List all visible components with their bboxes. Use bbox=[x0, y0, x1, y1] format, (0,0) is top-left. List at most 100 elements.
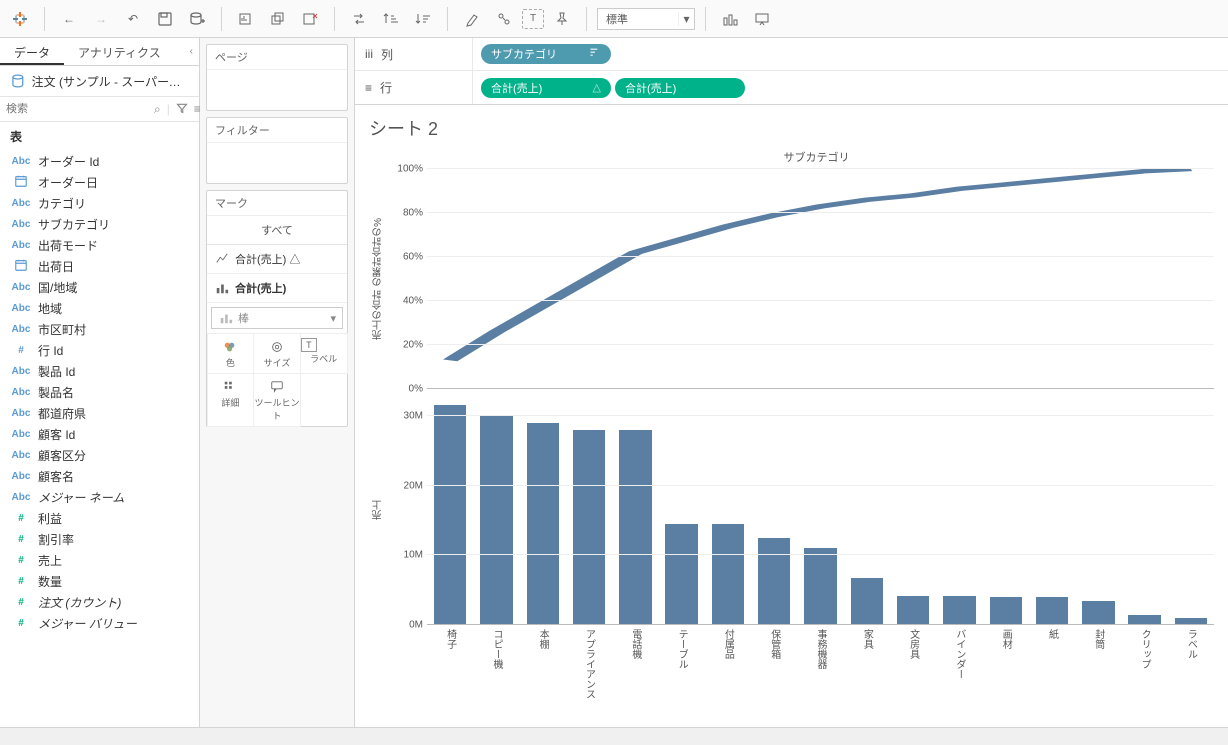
field-item[interactable]: Abc出荷モード bbox=[0, 235, 199, 256]
field-item[interactable]: Abc地域 bbox=[0, 298, 199, 319]
pages-card: ページ bbox=[206, 44, 348, 111]
marks-tooltip-button[interactable]: ツールヒント bbox=[253, 373, 301, 427]
marks-size-button[interactable]: サイズ bbox=[253, 333, 301, 374]
duplicate-icon[interactable] bbox=[264, 5, 292, 33]
field-item[interactable]: #利益 bbox=[0, 508, 199, 529]
field-type-icon: Abc bbox=[10, 471, 32, 482]
marks-tab-bar[interactable]: 合計(売上) bbox=[207, 274, 347, 303]
search-icon[interactable]: ⌕ bbox=[154, 102, 161, 117]
show-me-icon[interactable] bbox=[716, 5, 744, 33]
clear-sheet-icon[interactable] bbox=[296, 5, 324, 33]
field-item[interactable]: Abc国/地域 bbox=[0, 277, 199, 298]
field-type-icon: Abc bbox=[10, 387, 32, 398]
field-item[interactable]: Abcメジャー ネーム bbox=[0, 487, 199, 508]
field-item[interactable]: #注文 (カウント) bbox=[0, 592, 199, 613]
bar[interactable] bbox=[851, 578, 883, 625]
field-item[interactable]: #割引率 bbox=[0, 529, 199, 550]
text-icon[interactable]: T bbox=[522, 9, 544, 29]
sort-asc-icon[interactable] bbox=[377, 5, 405, 33]
swap-icon[interactable] bbox=[345, 5, 373, 33]
bar[interactable] bbox=[943, 596, 975, 625]
marks-detail-button[interactable]: 詳細 bbox=[207, 373, 255, 427]
bar[interactable] bbox=[804, 548, 836, 625]
logo-icon[interactable] bbox=[6, 5, 34, 33]
bar[interactable] bbox=[619, 430, 651, 625]
undo-redo-icon[interactable]: ↶ bbox=[119, 5, 147, 33]
data-pane: データ アナリティクス ‹ 注文 (サンプル - スーパース… ⌕ | ≡▾ 表… bbox=[0, 38, 200, 727]
datasource-row[interactable]: 注文 (サンプル - スーパース… bbox=[0, 66, 199, 96]
filter-fields-icon[interactable] bbox=[176, 102, 188, 117]
field-item[interactable]: Abc顧客 Id bbox=[0, 424, 199, 445]
field-type-icon: # bbox=[10, 555, 32, 566]
marks-tab-all[interactable]: すべて bbox=[207, 216, 347, 244]
new-worksheet-icon[interactable] bbox=[232, 5, 260, 33]
columns-shelf[interactable]: iii列 サブカテゴリ bbox=[355, 38, 1228, 71]
field-name: 割引率 bbox=[38, 531, 74, 548]
collapse-pane-icon[interactable]: ‹ bbox=[190, 46, 193, 57]
field-item[interactable]: オーダー日 bbox=[0, 172, 199, 193]
bar[interactable] bbox=[665, 524, 697, 625]
field-item[interactable]: Abc顧客区分 bbox=[0, 445, 199, 466]
field-item[interactable]: #行 Id bbox=[0, 340, 199, 361]
bar-chart[interactable] bbox=[427, 395, 1214, 625]
bar[interactable] bbox=[712, 524, 744, 625]
fit-dropdown-value: 標準 bbox=[598, 11, 678, 27]
field-item[interactable]: 出荷日 bbox=[0, 256, 199, 277]
pin-icon[interactable] bbox=[548, 5, 576, 33]
pill-sum-sales-2[interactable]: 合計(売上) bbox=[615, 78, 745, 98]
pill-sum-sales-1[interactable]: 合計(売上) △ bbox=[481, 78, 611, 98]
bar[interactable] bbox=[990, 597, 1022, 625]
main-toolbar: ← → ↶ T 標準 ▾ bbox=[0, 0, 1228, 38]
field-item[interactable]: Abc都道府県 bbox=[0, 403, 199, 424]
field-item[interactable]: Abc製品 Id bbox=[0, 361, 199, 382]
bar[interactable] bbox=[434, 405, 466, 625]
tab-analytics[interactable]: アナリティクス bbox=[64, 38, 175, 65]
bar[interactable] bbox=[1036, 597, 1068, 625]
sort-desc-icon[interactable] bbox=[409, 5, 437, 33]
field-type-icon: Abc bbox=[10, 303, 32, 314]
presentation-icon[interactable] bbox=[748, 5, 776, 33]
tab-data[interactable]: データ bbox=[0, 38, 64, 65]
field-item[interactable]: Abcカテゴリ bbox=[0, 193, 199, 214]
field-item[interactable]: Abcサブカテゴリ bbox=[0, 214, 199, 235]
y-tick: 20% bbox=[403, 340, 423, 351]
field-item[interactable]: Abc製品名 bbox=[0, 382, 199, 403]
new-datasource-icon[interactable] bbox=[183, 5, 211, 33]
bar[interactable] bbox=[527, 423, 559, 625]
field-item[interactable]: Abc市区町村 bbox=[0, 319, 199, 340]
marks-label-button[interactable]: Tラベル bbox=[300, 333, 348, 374]
field-item[interactable]: Abc 顧客名 bbox=[0, 466, 199, 487]
y-tick: 0M bbox=[409, 620, 423, 631]
field-type-icon: Abc bbox=[10, 408, 32, 419]
field-item[interactable]: #数量 bbox=[0, 571, 199, 592]
save-icon[interactable] bbox=[151, 5, 179, 33]
bar[interactable] bbox=[1082, 601, 1114, 625]
marks-color-button[interactable]: 色 bbox=[207, 333, 255, 374]
field-item[interactable]: #売上 bbox=[0, 550, 199, 571]
bar[interactable] bbox=[480, 416, 512, 625]
field-type-icon: # bbox=[10, 618, 32, 629]
search-input[interactable] bbox=[6, 103, 148, 115]
line-chart[interactable] bbox=[427, 169, 1214, 389]
bar[interactable] bbox=[573, 430, 605, 625]
pages-shelf[interactable] bbox=[207, 70, 347, 110]
back-icon[interactable]: ← bbox=[55, 5, 83, 33]
sort-icon bbox=[589, 47, 601, 62]
pill-subcategory[interactable]: サブカテゴリ bbox=[481, 44, 611, 64]
group-icon[interactable] bbox=[490, 5, 518, 33]
field-type-icon: Abc bbox=[10, 156, 32, 167]
highlight-icon[interactable] bbox=[458, 5, 486, 33]
forward-icon[interactable]: → bbox=[87, 5, 115, 33]
field-item[interactable]: #メジャー バリュー bbox=[0, 613, 199, 634]
fit-dropdown[interactable]: 標準 ▾ bbox=[597, 8, 695, 30]
bar[interactable] bbox=[897, 596, 929, 625]
rows-shelf[interactable]: ≡行 合計(売上) △ 合計(売上) bbox=[355, 71, 1228, 104]
mark-type-dropdown[interactable]: 棒 ▾ bbox=[211, 307, 343, 329]
field-type-icon: # bbox=[10, 597, 32, 608]
field-name: 顧客名 bbox=[38, 468, 74, 485]
filters-shelf[interactable] bbox=[207, 143, 347, 183]
field-item[interactable]: Abcオーダー Id bbox=[0, 151, 199, 172]
marks-tab-line[interactable]: 合計(売上) △ bbox=[207, 245, 347, 274]
bar[interactable] bbox=[758, 538, 790, 625]
field-type-icon: Abc bbox=[10, 450, 32, 461]
